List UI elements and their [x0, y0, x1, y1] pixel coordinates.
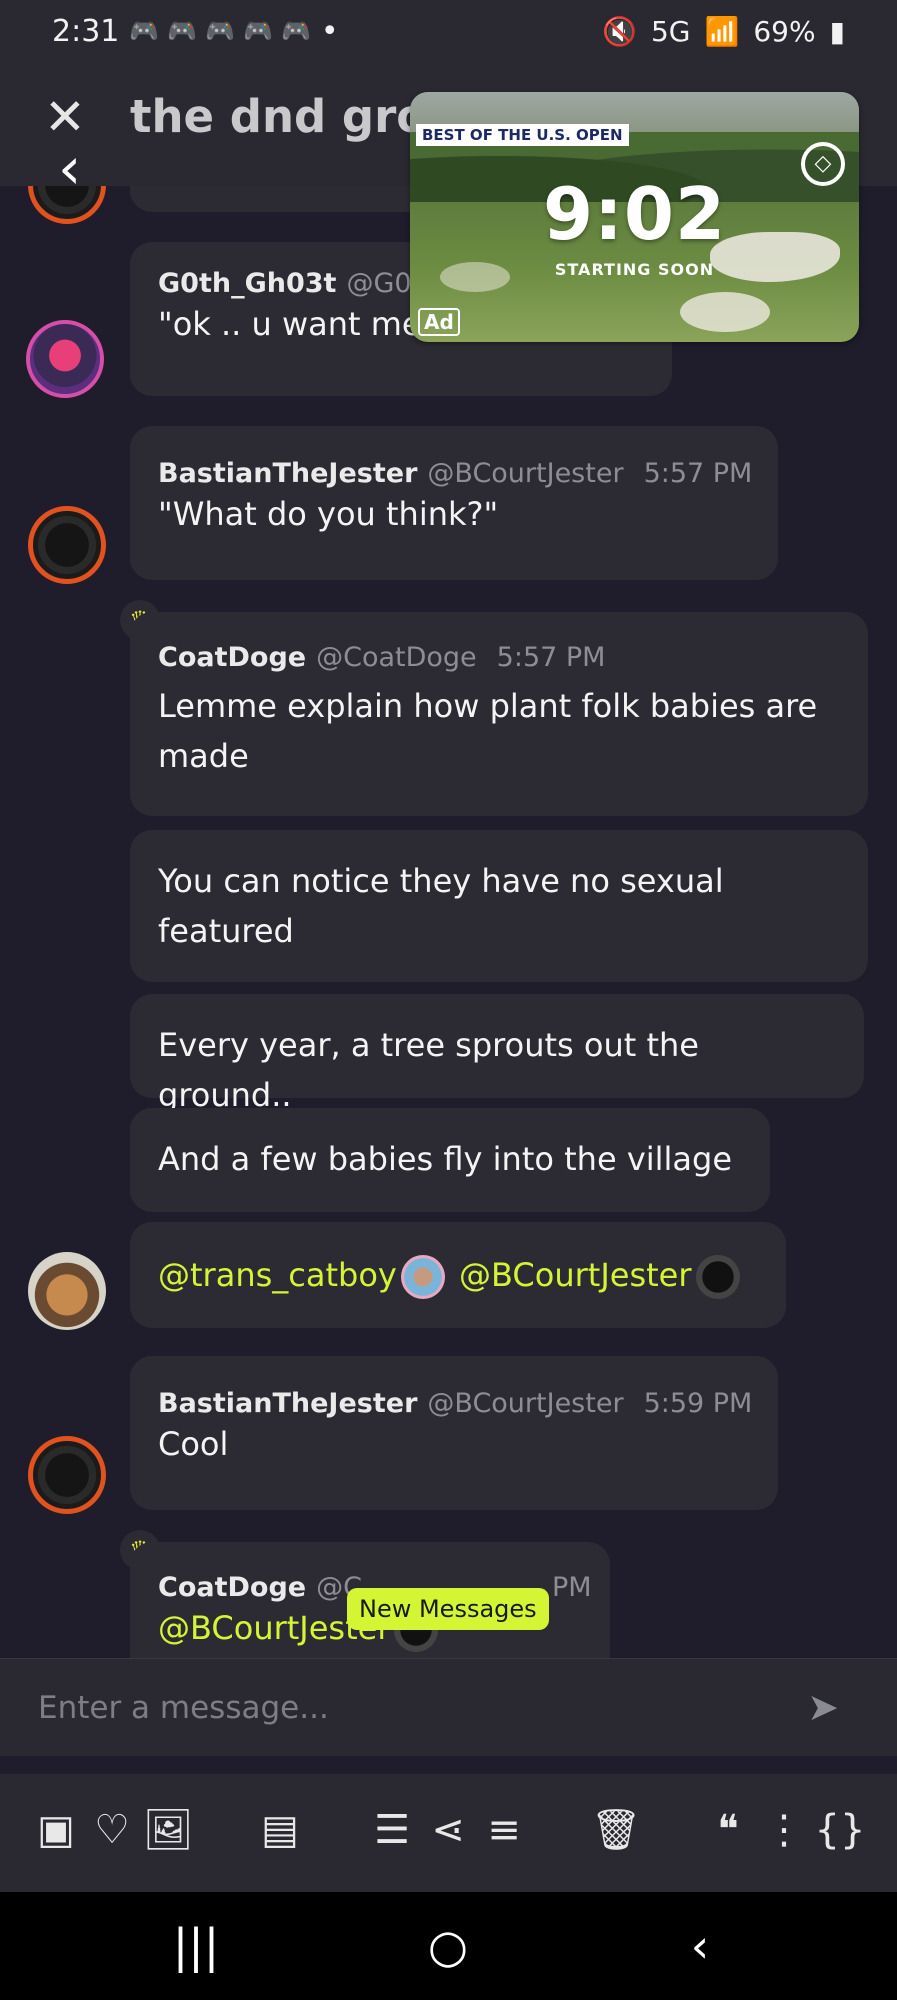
back-button[interactable]: ‹: [670, 1916, 730, 1976]
game-controller-icon: 🎮: [129, 17, 160, 45]
video-subtitle: STARTING SOON: [554, 260, 715, 279]
username[interactable]: BastianTheJester: [158, 1388, 417, 1419]
mention-link[interactable]: @trans_catboy: [158, 1256, 397, 1294]
message-text: You can notice they have no sexual featu…: [158, 862, 724, 950]
quote-icon[interactable]: ❝: [702, 1804, 754, 1856]
handle: @BCourtJester: [427, 458, 624, 489]
mini-avatar: [695, 1255, 740, 1299]
timestamp: 5:59 PM: [643, 1388, 753, 1419]
message-text: @trans_catboy @BCourtJester: [158, 1250, 758, 1300]
video-bunker: [680, 292, 770, 332]
message-meta: CoatDoge @CoatDoge 5:57 PM: [158, 642, 840, 673]
battery-percent: 69%: [753, 14, 816, 48]
notification-dot: •: [320, 13, 339, 49]
heart-icon[interactable]: ♡: [86, 1804, 138, 1856]
formatting-toolbar: ▣ ♡ 🖼 ▤ ☰ ⋖ ≡ 🗑 ❝ ⋮ {}: [0, 1774, 897, 1892]
message-bubble: And a few babies fly into the village: [130, 1108, 770, 1212]
handle: @BCourtJester: [427, 1388, 624, 1419]
game-controller-icon: 🎮: [243, 17, 273, 45]
sticker-icon[interactable]: ▣: [30, 1804, 82, 1856]
home-button[interactable]: ○: [418, 1916, 478, 1976]
message-bubble: You can notice they have no sexual featu…: [130, 830, 868, 982]
message-bubble: [130, 186, 430, 212]
username[interactable]: CoatDoge: [158, 642, 306, 673]
timestamp: 5:57 PM: [496, 642, 606, 673]
video-countdown: 9:02: [542, 172, 727, 256]
system-navigation-bar: ||| ○ ‹: [0, 1892, 897, 2000]
message-text: Every year, a tree sprouts out the groun…: [158, 1026, 699, 1114]
timestamp: 5:57 PM: [643, 458, 753, 489]
username[interactable]: BastianTheJester: [158, 458, 417, 489]
username[interactable]: G0th_Gh03t: [158, 268, 336, 299]
video-ad-player[interactable]: BEST OF THE U.S. OPEN 9:02 STARTING SOON…: [410, 92, 859, 342]
expand-icon[interactable]: ◇: [801, 142, 845, 186]
bullet-list-icon[interactable]: ☰: [366, 1804, 418, 1856]
avatar[interactable]: [28, 186, 106, 224]
status-bar: 2:31 🎮 🎮 🎮 🎮 🎮 • 🔇 5G 📶 69% ▮: [0, 0, 897, 62]
avatar[interactable]: [28, 1436, 106, 1514]
username[interactable]: CoatDoge: [158, 1572, 306, 1603]
message-bubble: Every year, a tree sprouts out the groun…: [130, 994, 864, 1114]
message-input[interactable]: [38, 1683, 778, 1733]
network-label: 5G: [650, 14, 691, 48]
trash-icon[interactable]: 🗑: [590, 1804, 642, 1856]
ad-label: Ad: [418, 308, 460, 336]
message-bubble: BastianTheJester @BCourtJester 5:57 PM "Wh…: [130, 426, 778, 580]
new-messages-button[interactable]: New Messages: [347, 1588, 549, 1630]
message-meta: BastianTheJester @BCourtJester 5:57 PM: [158, 458, 753, 489]
clock: 2:31: [52, 13, 120, 49]
mini-avatar: [400, 1255, 445, 1299]
battery-icon: ▮: [829, 14, 845, 48]
message-bubble: @trans_catboy @BCourtJester: [130, 1222, 786, 1328]
timestamp: PM: [551, 1572, 592, 1603]
message-meta: BastianTheJester @BCourtJester 5:59 PM: [158, 1388, 753, 1419]
notification-icons: 🎮 🎮 🎮 🎮 🎮: [129, 17, 310, 45]
mute-icon: 🔇: [602, 14, 637, 48]
avatar[interactable]: [26, 320, 104, 398]
message-text: And a few babies fly into the village: [158, 1140, 733, 1178]
code-icon[interactable]: {}: [814, 1804, 866, 1856]
numbered-list-icon[interactable]: ≡: [478, 1804, 530, 1856]
message-text: Cool: [158, 1425, 229, 1463]
mention-link[interactable]: @BCourtJester: [459, 1256, 691, 1294]
recents-button[interactable]: |||: [166, 1916, 226, 1976]
more-icon[interactable]: ⋮: [758, 1804, 810, 1856]
image-icon[interactable]: 🖼: [142, 1804, 194, 1856]
handle: @CoatDoge: [316, 642, 477, 673]
game-controller-icon: 🎮: [205, 17, 236, 45]
avatar[interactable]: [28, 506, 106, 584]
share-icon[interactable]: ⋖: [422, 1804, 474, 1856]
wifi-icon: 📶: [704, 14, 740, 48]
video-badge: BEST OF THE U.S. OPEN: [416, 124, 629, 146]
message-list[interactable]: G0th_Gh03t @G0t "ok .. u want me to eat? …: [0, 186, 897, 1658]
message-text: Lemme explain how plant folk babies are …: [158, 687, 818, 775]
avatar[interactable]: [28, 1252, 106, 1330]
gif-icon[interactable]: ▤: [254, 1804, 306, 1856]
game-controller-icon: 🎮: [167, 17, 198, 45]
send-icon[interactable]: ➤: [801, 1685, 845, 1729]
game-controller-icon: 🎮: [280, 17, 311, 45]
message-text: "What do you think?": [158, 495, 499, 533]
message-bubble: BastianTheJester @BCourtJester 5:59 PM Coo…: [130, 1356, 778, 1510]
message-composer: ➤: [0, 1658, 897, 1756]
message-bubble: CoatDoge @CoatDoge 5:57 PM Lemme explain h…: [130, 612, 868, 816]
